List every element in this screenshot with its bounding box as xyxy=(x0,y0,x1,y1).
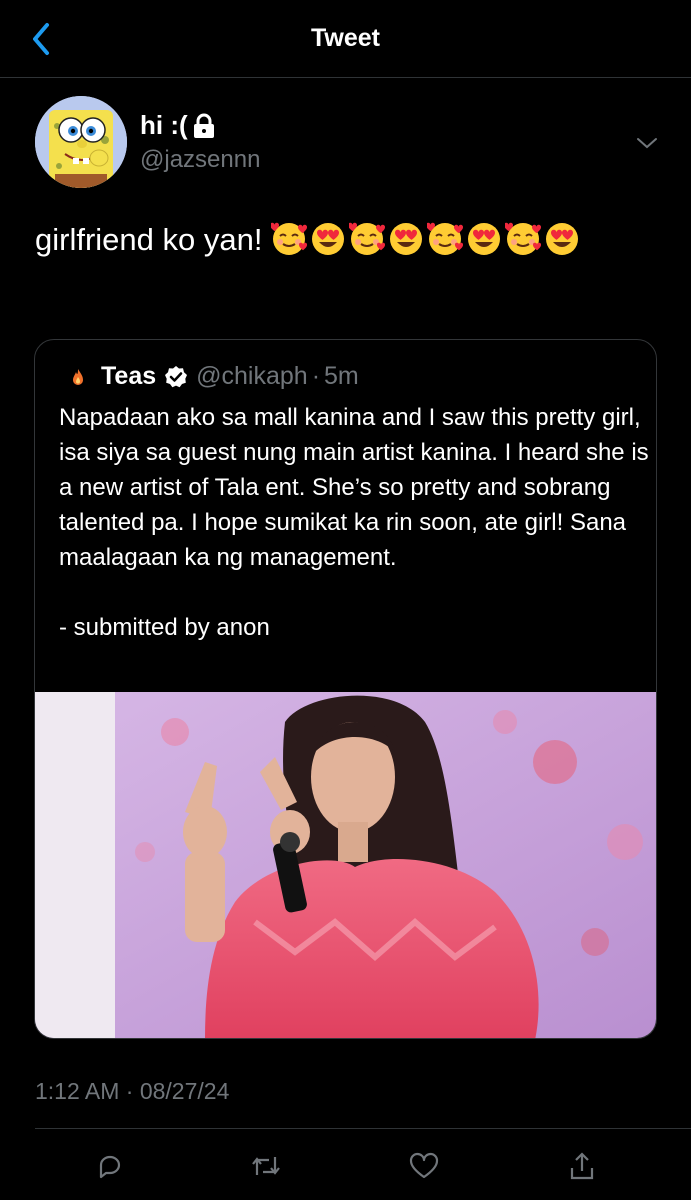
action-bar xyxy=(0,1146,691,1186)
tweet-text-content: girlfriend ko yan! xyxy=(35,222,263,257)
avatar[interactable] xyxy=(35,96,127,188)
reply-button[interactable] xyxy=(90,1146,130,1186)
reply-icon xyxy=(99,1155,121,1179)
display-name-text: hi :( xyxy=(140,110,188,140)
smiling-face-with-hearts-emoji-icon xyxy=(271,222,308,255)
quoted-display-name: Teas xyxy=(101,362,157,390)
smiling-face-with-hearts-emoji-icon xyxy=(505,222,542,255)
lock-icon xyxy=(193,113,214,138)
quoted-tweet-photo[interactable] xyxy=(35,692,656,1038)
tweet-text: girlfriend ko yan! xyxy=(35,215,655,265)
separator-dot: · xyxy=(311,362,321,390)
tweet-timestamp[interactable]: 1:12 AM · 08/27/24 xyxy=(35,1078,229,1105)
quoted-tweet[interactable]: Teas @chikaph · 5m Napadaan ako sa mall … xyxy=(34,339,657,1039)
retweet-button[interactable] xyxy=(246,1146,286,1186)
like-button[interactable] xyxy=(404,1146,444,1186)
heart-eyes-emoji-icon xyxy=(390,223,423,255)
verified-badge-icon xyxy=(165,365,188,387)
display-name[interactable]: hi :( xyxy=(140,110,216,141)
share-icon xyxy=(570,1152,594,1180)
heart-eyes-emoji-icon xyxy=(312,223,345,255)
heart-eyes-emoji-icon xyxy=(468,223,501,255)
quoted-tweet-header: Teas @chikaph · 5m xyxy=(67,362,359,391)
quoted-tweet-text: Napadaan ako sa mall kanina and I saw th… xyxy=(59,404,649,641)
smiling-face-with-hearts-emoji-icon xyxy=(349,222,386,255)
heart-icon xyxy=(409,1152,439,1179)
quoted-handle: @chikaph xyxy=(196,362,308,390)
user-handle[interactable]: @jazsennn xyxy=(140,146,260,174)
emoji-sequence xyxy=(271,222,583,257)
heart-eyes-emoji-icon xyxy=(546,223,579,255)
page-title: Tweet xyxy=(311,24,380,52)
share-button[interactable] xyxy=(562,1146,602,1186)
retweet-icon xyxy=(252,1157,280,1175)
chevron-down-icon xyxy=(637,138,657,149)
smiling-face-with-hearts-emoji-icon xyxy=(427,222,464,255)
more-options-button[interactable] xyxy=(632,128,662,158)
divider xyxy=(35,1128,691,1129)
flame-avatar-icon xyxy=(73,368,83,385)
top-bar: Tweet xyxy=(0,0,691,78)
quoted-time: 5m xyxy=(324,362,359,390)
